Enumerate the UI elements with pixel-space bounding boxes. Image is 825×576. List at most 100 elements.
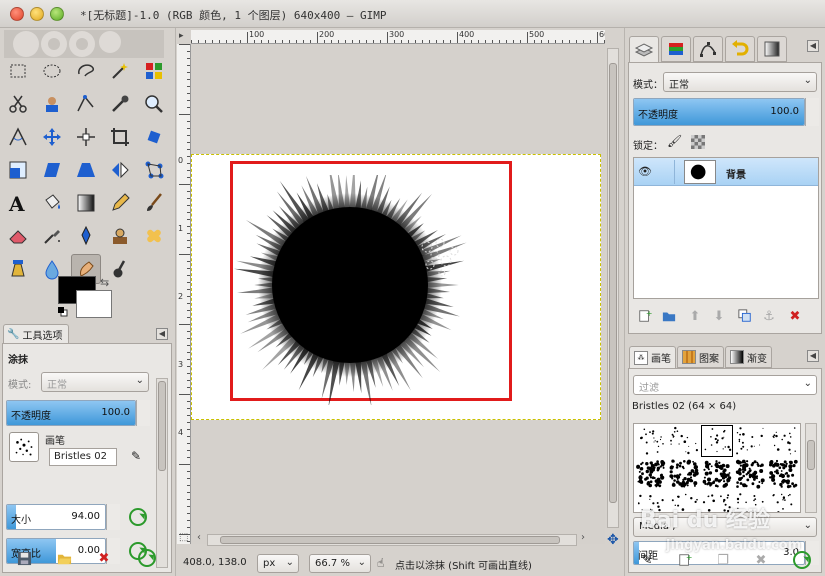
layer-opacity-slider[interactable]: 不透明度 100.0 [633,98,805,126]
reset-size-icon[interactable] [129,508,147,526]
perspective-icon[interactable] [71,155,101,185]
blend-icon[interactable] [71,188,101,218]
brush-grid[interactable] [633,423,801,513]
perspective-clone-icon[interactable] [3,254,33,284]
brush-cell[interactable] [668,458,700,490]
reset-options-icon[interactable] [138,549,156,567]
edit-brush-button-icon[interactable]: ✎ [637,550,657,570]
anchor-layer-icon[interactable]: ⚓ [759,306,779,326]
align-icon[interactable] [71,122,101,152]
dodge-burn-icon[interactable] [105,254,135,284]
brush-preview[interactable] [9,432,39,462]
ink-icon[interactable] [71,221,101,251]
cage-transform-icon[interactable] [139,155,169,185]
airbrush-icon[interactable] [37,221,67,251]
clone-icon[interactable] [105,221,135,251]
flip-icon[interactable] [105,155,135,185]
quick-mask-icon[interactable]: ⬚ [179,532,188,543]
brush-cell[interactable] [734,458,766,490]
brush-cell[interactable] [767,491,799,512]
ruler-horizontal[interactable]: 100 200 300 400 500 600 [191,30,605,44]
move-icon[interactable] [37,122,67,152]
brush-cell[interactable] [635,458,667,490]
image-viewport[interactable] [191,44,605,544]
free-select-icon[interactable] [71,56,101,86]
brush-cell[interactable] [767,425,799,457]
pencil-icon[interactable] [105,188,135,218]
duplicate-brush-icon[interactable]: ❐ [713,550,733,570]
tab-layers[interactable] [629,36,659,62]
lower-layer-icon[interactable]: ⬇ [709,306,729,326]
tab-gradients[interactable]: 渐变 [725,346,772,368]
layer-opacity-spin[interactable] [805,98,819,126]
foreground-select-icon[interactable] [37,89,67,119]
lock-alpha-icon[interactable] [691,135,705,149]
eraser-icon[interactable] [3,221,33,251]
lock-pixels-icon[interactable]: 🖌 [667,134,682,148]
brushes-dock-menu-button[interactable]: ◀ [807,350,819,362]
brush-cell[interactable] [668,425,700,457]
layer-mode-combo[interactable]: 正常 ⌄ [663,72,817,92]
zoom-icon[interactable] [139,89,169,119]
brush-filter-combo[interactable]: 过滤 ⌄ [633,375,817,395]
rotate-icon[interactable] [139,122,169,152]
delete-brush-icon[interactable]: ✖ [751,550,771,570]
scroll-right-icon[interactable]: › [581,532,585,543]
visibility-eye-icon[interactable]: 👁 [638,165,652,178]
delete-options-icon[interactable]: ✖ [94,548,114,568]
tab-patterns[interactable]: 图案 [677,346,724,368]
refresh-brushes-icon[interactable] [793,551,811,569]
brush-cell[interactable] [635,425,667,457]
window-maximize-button[interactable] [50,7,64,21]
background-color-swatch[interactable] [76,290,112,318]
crop-icon[interactable] [105,122,135,152]
canvas-vertical-scrollbar[interactable] [607,48,619,528]
scissors-select-icon[interactable] [3,89,33,119]
duplicate-layer-icon[interactable] [735,306,755,326]
new-brush-icon[interactable]: + [675,550,695,570]
dock-menu-button[interactable]: ◀ [156,328,168,340]
text-icon[interactable]: A [3,188,33,218]
opacity-spin[interactable] [136,400,150,426]
new-layer-group-icon[interactable] [659,306,679,326]
tab-channels[interactable] [661,36,691,62]
tab-brushes[interactable]: ⁂ 画笔 [629,346,676,368]
menu-arrow-icon[interactable]: ▸ [179,31,184,41]
default-colors-icon[interactable] [57,306,68,317]
color-picker-icon[interactable] [105,89,135,119]
scale-icon[interactable] [3,155,33,185]
tab-undo-history[interactable] [725,36,755,62]
brush-cell[interactable] [701,425,733,457]
bucket-fill-icon[interactable] [37,188,67,218]
shear-icon[interactable] [37,155,67,185]
options-scrollbar[interactable] [156,378,168,568]
brush-cell[interactable] [734,425,766,457]
restore-options-icon[interactable] [54,548,74,568]
image-canvas[interactable] [191,154,601,420]
layer-list[interactable]: 👁 背景 [633,157,819,299]
canvas-horizontal-scrollbar-thumb[interactable] [220,536,560,544]
tab-paths[interactable] [693,36,723,62]
ruler-vertical[interactable]: 0 1 2 3 4 [177,44,191,544]
paths-icon[interactable] [71,89,101,119]
tab-images[interactable] [757,36,787,62]
navigate-icon[interactable]: ✥ [607,532,619,548]
scroll-left-icon[interactable]: ‹ [197,532,201,543]
rect-select-icon[interactable] [3,56,33,86]
brush-grid-scrollbar-thumb[interactable] [807,440,815,470]
mode-combo[interactable]: 正常 ⌄ [41,372,149,392]
canvas-vertical-scrollbar-thumb[interactable] [609,63,617,503]
heal-icon[interactable] [139,221,169,251]
window-minimize-button[interactable] [30,7,44,21]
brush-grid-scrollbar[interactable] [805,423,817,513]
brush-cell[interactable] [767,458,799,490]
brush-cell[interactable] [701,458,733,490]
save-options-icon[interactable] [14,548,34,568]
options-scrollbar-thumb[interactable] [158,381,166,471]
tab-tool-options[interactable]: 🔧 工具选项 [3,324,69,344]
delete-layer-icon[interactable]: ✖ [785,306,805,326]
layer-name[interactable]: 背景 [726,166,746,181]
window-close-button[interactable] [10,7,24,21]
layers-dock-menu-button[interactable]: ◀ [807,40,819,52]
edit-brush-icon[interactable]: ✎ [131,449,141,463]
